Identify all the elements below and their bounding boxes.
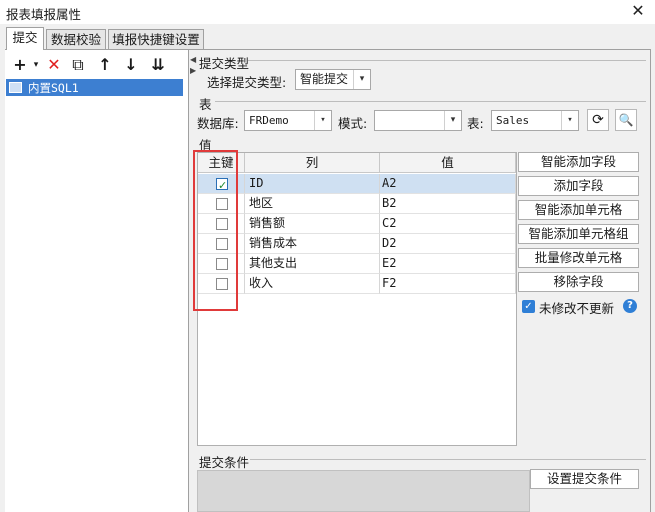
field-table: 主键 列 值 ID A2 地区 B2 销售额 C2 销售成本 D2 其他支出 E… — [197, 152, 517, 446]
help-icon[interactable]: ? — [623, 299, 637, 313]
database-select[interactable]: FRDemo ▾ — [244, 110, 332, 131]
collapse-left-icon[interactable]: ◀ — [190, 55, 196, 64]
tree-item[interactable]: 内置SQL1 — [6, 79, 183, 96]
move-down-icon[interactable]: ↓ — [121, 55, 141, 75]
value-cell[interactable]: D2 — [380, 234, 516, 254]
table-row[interactable]: 销售成本 D2 — [198, 234, 516, 254]
copy-icon[interactable]: ⧉ — [68, 55, 88, 75]
left-pane — [5, 50, 189, 512]
column-cell[interactable]: 销售成本 — [245, 234, 380, 254]
header-column[interactable]: 列 — [245, 153, 380, 173]
remove-field-button[interactable]: 移除字段 — [518, 272, 639, 292]
smart-add-field-button[interactable]: 智能添加字段 — [518, 152, 639, 172]
submit-type-label: 选择提交类型: — [207, 75, 287, 90]
table-row[interactable]: 收入 F2 — [198, 274, 516, 294]
divider — [250, 459, 646, 460]
value-cell[interactable]: B2 — [380, 194, 516, 214]
no-update-checkbox[interactable]: ✓ — [522, 300, 535, 313]
submit-type-value: 智能提交 — [300, 72, 349, 86]
table-value: Sales — [496, 114, 530, 127]
chevron-down-icon: ▾ — [561, 111, 578, 130]
refresh-icon[interactable]: ⟳ — [587, 109, 609, 131]
delete-icon[interactable]: ✕ — [44, 55, 64, 75]
table-label: 表: — [467, 116, 484, 131]
column-cell[interactable]: 收入 — [245, 274, 380, 294]
close-icon[interactable]: ✕ — [628, 0, 648, 22]
table-row[interactable]: 地区 B2 — [198, 194, 516, 214]
table-section: 表 — [199, 97, 212, 112]
add-field-button[interactable]: 添加字段 — [518, 176, 639, 196]
move-bottom-icon[interactable]: ⇊ — [148, 55, 168, 75]
database-value: FRDemo — [249, 114, 289, 127]
chevron-down-icon: ▾ — [444, 111, 461, 130]
set-submit-condition-button[interactable]: 设置提交条件 — [530, 469, 639, 489]
value-cell[interactable]: F2 — [380, 274, 516, 294]
window-title: 报表填报属性 — [6, 7, 82, 22]
move-up-icon[interactable]: ↑ — [95, 55, 115, 75]
submit-condition-section: 提交条件 — [199, 455, 250, 470]
value-cell[interactable]: E2 — [380, 254, 516, 274]
table-row[interactable]: 其他支出 E2 — [198, 254, 516, 274]
expand-right-icon[interactable]: ▶ — [190, 66, 196, 75]
column-cell[interactable]: 其他支出 — [245, 254, 380, 274]
submit-type-select[interactable]: 智能提交 ▾ — [295, 69, 371, 90]
preview-icon[interactable]: 🔍 — [615, 109, 637, 131]
submit-type-section: 提交类型 — [199, 56, 250, 71]
divider — [248, 60, 646, 61]
table-row[interactable]: 销售额 C2 — [198, 214, 516, 234]
smart-add-cell-group-button[interactable]: 智能添加单元格组 — [518, 224, 639, 244]
database-icon — [9, 82, 22, 93]
chevron-down-icon: ▾ — [353, 70, 370, 89]
tree-item-label: 内置SQL1 — [28, 81, 79, 95]
value-cell[interactable]: C2 — [380, 214, 516, 234]
column-cell[interactable]: ID — [245, 174, 380, 194]
smart-add-cell-button[interactable]: 智能添加单元格 — [518, 200, 639, 220]
database-label: 数据库: — [197, 116, 239, 131]
tab-submit[interactable]: 提交 — [6, 27, 44, 50]
table-row[interactable]: ID A2 — [198, 174, 516, 195]
primary-key-highlight-box — [193, 150, 238, 311]
title-bar — [0, 0, 655, 24]
tab-shortcut-settings[interactable]: 填报快捷键设置 — [108, 29, 204, 50]
schema-select[interactable]: ▾ — [374, 110, 462, 131]
column-cell[interactable]: 销售额 — [245, 214, 380, 234]
chevron-down-icon: ▾ — [314, 111, 331, 130]
batch-edit-cell-button[interactable]: 批量修改单元格 — [518, 248, 639, 268]
no-update-label: 未修改不更新 — [539, 301, 615, 316]
table-select[interactable]: Sales ▾ — [491, 110, 579, 131]
column-cell[interactable]: 地区 — [245, 194, 380, 214]
tab-data-validation[interactable]: 数据校验 — [46, 29, 106, 50]
schema-label: 模式: — [338, 116, 368, 131]
value-cell[interactable]: A2 — [380, 174, 516, 194]
submit-condition-area — [197, 470, 530, 512]
chevron-down-icon[interactable]: ▾ — [26, 55, 46, 75]
divider — [215, 101, 646, 102]
header-value[interactable]: 值 — [380, 153, 516, 173]
